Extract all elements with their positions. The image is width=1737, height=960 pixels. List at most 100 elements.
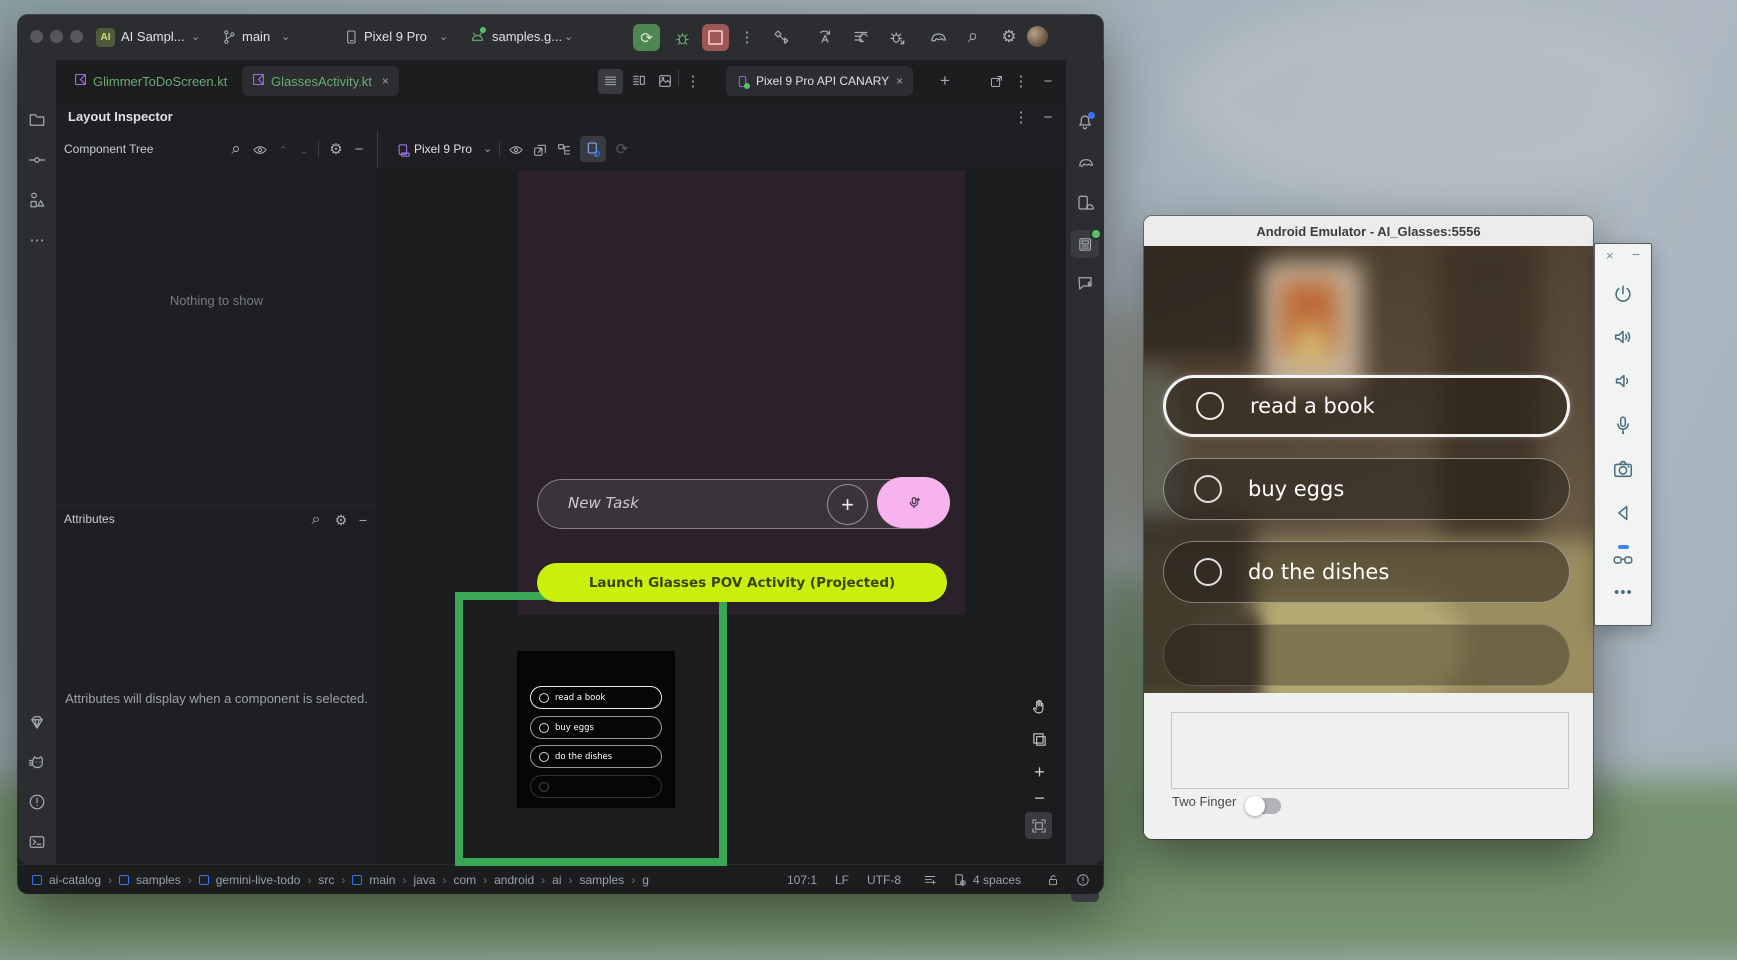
commit-tool-icon[interactable]	[26, 149, 48, 171]
breadcrumb-item[interactable]: ai	[552, 873, 561, 887]
breadcrumb-item[interactable]: ai-catalog	[49, 873, 101, 887]
device-manager-icon[interactable]	[1074, 192, 1096, 214]
phone-screen-mirror[interactable]: New Task +	[518, 170, 965, 615]
live-updates-toggle-button[interactable]	[580, 136, 606, 162]
run-dashboard-icon[interactable]	[850, 27, 872, 47]
inspections-status-icon[interactable]	[1074, 872, 1092, 888]
pan-hand-icon[interactable]	[1027, 694, 1052, 719]
hide-panel-icon[interactable]: −	[1040, 71, 1056, 91]
editor-view-mode-split-icon[interactable]	[628, 71, 650, 91]
zoom-out-icon[interactable]: −	[1027, 786, 1052, 811]
device-settings-icon[interactable]	[951, 872, 969, 888]
todo-pill[interactable]: do the dishes	[1163, 541, 1570, 603]
stop-button[interactable]	[702, 24, 729, 51]
attach-debugger-icon[interactable]	[886, 27, 908, 47]
zoom-in-icon[interactable]: +	[1027, 760, 1052, 785]
project-tool-icon[interactable]	[26, 109, 48, 131]
tree-search-icon[interactable]: ⌕	[226, 139, 246, 159]
breadcrumb-item[interactable]: g	[642, 873, 649, 887]
profiler-tool-icon[interactable]	[26, 751, 48, 773]
panel-hide-icon[interactable]: −	[1040, 107, 1056, 127]
attributes-hide-icon[interactable]: −	[355, 510, 371, 530]
two-finger-toggle[interactable]	[1247, 798, 1281, 814]
branch-selector[interactable]: main	[242, 29, 270, 44]
editor-tab-glimmertodoscreen[interactable]: GlimmerToDoScreen.kt	[64, 66, 237, 96]
glasses-display-mirror[interactable]: read a book buy eggs do the dishes	[517, 651, 675, 808]
emulator-screen[interactable]: read a book buy eggs do the dishes	[1144, 246, 1593, 693]
snapshot-export-icon[interactable]	[530, 140, 550, 160]
camera-icon[interactable]	[1612, 458, 1636, 482]
minimize-icon[interactable]: −	[1632, 246, 1640, 262]
gemini-chat-icon[interactable]	[1074, 272, 1096, 294]
refresh-layout-icon[interactable]: ⟳	[612, 139, 632, 159]
tree-hide-icon[interactable]: −	[351, 139, 367, 159]
rerun-button[interactable]: ⟳	[633, 24, 660, 51]
file-encoding[interactable]: UTF-8	[867, 873, 901, 887]
editor-view-mode-design-icon[interactable]	[654, 71, 676, 91]
structure-tool-icon[interactable]	[26, 189, 48, 211]
launch-glasses-pov-button[interactable]: Launch Glasses POV Activity (Projected)	[537, 563, 947, 602]
power-icon[interactable]	[1612, 283, 1636, 307]
emulator-title-bar[interactable]: Android Emulator - AI_Glasses:5556	[1144, 216, 1593, 246]
gradle-tool-icon[interactable]	[1074, 151, 1096, 173]
breadcrumb-item[interactable]: samples	[580, 873, 625, 887]
target-device-selector[interactable]: Pixel 9 Pro	[364, 29, 427, 44]
search-everywhere-icon[interactable]: ⌕	[962, 26, 984, 48]
refresh-a-icon[interactable]	[814, 27, 836, 47]
3d-mode-layers-icon[interactable]	[1027, 727, 1052, 752]
project-selector[interactable]: AI Sampl...	[121, 29, 185, 44]
back-icon[interactable]	[1612, 502, 1636, 526]
breadcrumb-item[interactable]: java	[413, 873, 435, 887]
editor-more-options-icon[interactable]: ⋮	[686, 71, 700, 91]
mini-todo-pill[interactable]: buy eggs	[530, 716, 662, 739]
todo-pill-selected[interactable]: read a book	[1163, 375, 1570, 437]
debug-icon[interactable]	[672, 28, 692, 48]
glasses-icon[interactable]	[1612, 547, 1636, 571]
settings-gear-icon[interactable]: ⚙	[998, 26, 1020, 48]
running-devices-tool-button[interactable]	[1071, 230, 1099, 258]
close-tab-icon[interactable]: ×	[382, 74, 389, 88]
device-selector-label[interactable]: Pixel 9 Pro	[414, 142, 472, 156]
editor-tab-glassesactivity[interactable]: GlassesActivity.kt ×	[242, 66, 399, 96]
editor-view-mode-list-button[interactable]	[598, 69, 623, 94]
minimize-window-button[interactable]	[50, 30, 63, 43]
breadcrumb-item[interactable]: android	[494, 873, 534, 887]
indent-style-icon[interactable]	[921, 872, 939, 888]
attributes-gear-icon[interactable]: ⚙	[331, 510, 351, 530]
problems-tool-icon[interactable]	[26, 791, 48, 813]
breadcrumb-item[interactable]: samples	[136, 873, 181, 887]
build-hammer-icon[interactable]	[770, 27, 792, 47]
device-panel-more-icon[interactable]: ⋮	[1014, 71, 1028, 91]
close-device-tab-icon[interactable]: ×	[896, 74, 903, 88]
panel-more-icon[interactable]: ⋮	[1014, 107, 1028, 127]
close-icon[interactable]: ×	[1606, 248, 1614, 263]
breadcrumb-item[interactable]: gemini-live-todo	[216, 873, 301, 887]
cursor-position[interactable]: 107:1	[787, 873, 817, 887]
user-avatar[interactable]	[1027, 26, 1048, 47]
voice-input-button[interactable]	[877, 477, 950, 528]
trackpad-area[interactable]	[1171, 712, 1569, 789]
run-options-more-icon[interactable]: ⋮	[740, 27, 754, 47]
close-window-button[interactable]	[30, 30, 43, 43]
breadcrumb-item[interactable]: src	[318, 873, 334, 887]
breadcrumb-item[interactable]: main	[369, 873, 395, 887]
microphone-icon[interactable]	[1612, 414, 1636, 438]
mirror-view-eye-icon[interactable]	[506, 140, 526, 160]
mini-todo-pill[interactable]: read a book	[530, 686, 662, 709]
layout-mode-icon[interactable]	[554, 140, 574, 160]
add-device-tab-icon[interactable]: +	[936, 70, 954, 92]
unlocked-icon[interactable]	[1044, 872, 1062, 888]
resource-manager-icon[interactable]	[26, 711, 48, 733]
run-configuration-selector[interactable]: samples.g...	[492, 29, 562, 44]
notifications-bell-icon[interactable]	[1074, 111, 1096, 133]
attributes-search-icon[interactable]: ⌕	[306, 510, 326, 530]
open-in-new-window-icon[interactable]	[986, 71, 1006, 91]
view-options-eye-icon[interactable]	[250, 140, 270, 160]
running-device-tab[interactable]: Pixel 9 Pro API CANARY ×	[726, 66, 913, 96]
zoom-to-fit-button[interactable]	[1025, 812, 1052, 839]
volume-up-icon[interactable]	[1612, 326, 1636, 350]
more-options-icon[interactable]: •••	[1614, 584, 1633, 601]
volume-down-icon[interactable]	[1612, 370, 1636, 394]
terminal-tool-icon[interactable]	[26, 831, 48, 853]
breadcrumb-item[interactable]: com	[453, 873, 476, 887]
